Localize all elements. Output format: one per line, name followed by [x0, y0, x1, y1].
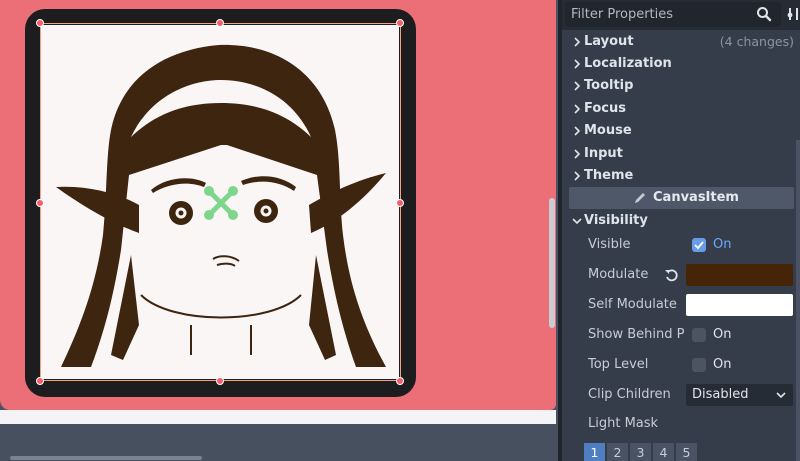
- show-behind-checkbox[interactable]: On: [686, 324, 793, 346]
- group-input[interactable]: Input: [562, 143, 800, 165]
- property-label: Top Level: [588, 357, 649, 372]
- resize-handle-bottom[interactable]: [216, 377, 224, 385]
- property-label: Visible: [588, 237, 631, 252]
- group-label: Focus: [584, 101, 626, 116]
- resize-handle-top[interactable]: [216, 19, 224, 27]
- checkbox-label: On: [713, 327, 732, 342]
- property-label: Self Modulate: [588, 297, 677, 312]
- property-light-mask: Light Mask: [562, 409, 800, 439]
- inspector-panel: Filter Properties Layout (4 changes) Loc…: [562, 0, 800, 461]
- resize-handle-top-right[interactable]: [396, 19, 404, 27]
- resize-handle-top-left[interactable]: [36, 19, 44, 27]
- inspector-scrollbar[interactable]: [796, 140, 800, 461]
- property-label: Show Behind P: [588, 327, 685, 342]
- property-label: Light Mask: [588, 416, 659, 431]
- group-theme[interactable]: Theme: [562, 165, 800, 187]
- tools-icon[interactable]: [786, 6, 800, 22]
- visible-checkbox[interactable]: On: [686, 234, 793, 256]
- resize-handle-bottom-left[interactable]: [36, 377, 44, 385]
- resize-handle-bottom-right[interactable]: [396, 377, 404, 385]
- chevron-right-icon: [574, 37, 581, 47]
- property-show-behind-parent: Show Behind P On: [562, 320, 800, 350]
- resize-handle-left[interactable]: [36, 199, 44, 207]
- revert-icon[interactable]: [664, 268, 678, 282]
- layer-button-1[interactable]: 1: [584, 443, 606, 461]
- property-self-modulate: Self Modulate: [562, 290, 800, 320]
- section-label: CanvasItem: [653, 190, 739, 205]
- section-canvasitem[interactable]: CanvasItem: [569, 187, 794, 209]
- group-focus[interactable]: Focus: [562, 98, 800, 120]
- group-tooltip[interactable]: Tooltip: [562, 75, 800, 97]
- group-label: Visibility: [584, 213, 648, 228]
- checkbox-label: On: [713, 357, 732, 372]
- property-visible: Visible On: [562, 230, 800, 260]
- select-value: Disabled: [692, 387, 749, 402]
- chevron-right-icon: [574, 59, 581, 69]
- resize-handle-right[interactable]: [396, 199, 404, 207]
- checkbox-label: On: [713, 237, 732, 252]
- group-label: Mouse: [584, 123, 632, 138]
- selection-rectangle: [40, 23, 401, 381]
- top-level-checkbox[interactable]: On: [686, 354, 793, 376]
- vertical-scrollbar[interactable]: [549, 198, 555, 328]
- property-label: Clip Children: [588, 387, 671, 402]
- canvas-bottom-strip: [0, 410, 556, 424]
- layer-button-5[interactable]: 5: [676, 443, 698, 461]
- group-mouse[interactable]: Mouse: [562, 120, 800, 142]
- self-modulate-color-picker[interactable]: [686, 294, 793, 316]
- canvas-viewport[interactable]: [0, 0, 558, 461]
- property-top-level: Top Level On: [562, 350, 800, 380]
- chevron-right-icon: [574, 149, 581, 159]
- chevron-down-icon: [776, 392, 786, 399]
- changes-count: (4 changes): [719, 34, 794, 49]
- checkbox-unchecked-icon: [692, 358, 706, 372]
- chevron-right-icon: [574, 126, 581, 136]
- group-label: Tooltip: [584, 78, 634, 93]
- group-label: Input: [584, 146, 623, 161]
- pencil-icon: [635, 193, 645, 203]
- chevron-right-icon: [574, 81, 581, 91]
- chevron-right-icon: [574, 171, 581, 181]
- group-localization[interactable]: Localization: [562, 53, 800, 75]
- group-visibility[interactable]: Visibility: [562, 210, 800, 232]
- filter-properties-input[interactable]: Filter Properties: [565, 2, 781, 27]
- checkbox-unchecked-icon: [692, 328, 706, 342]
- search-icon[interactable]: [756, 6, 772, 22]
- layer-button-2[interactable]: 2: [607, 443, 629, 461]
- property-modulate: Modulate: [562, 260, 800, 290]
- property-clip-children: Clip Children Disabled: [562, 380, 800, 410]
- layer-button-3[interactable]: 3: [630, 443, 652, 461]
- chevron-right-icon: [574, 104, 581, 114]
- group-label: Localization: [584, 56, 672, 71]
- chevron-down-icon: [572, 218, 582, 225]
- filter-row: Filter Properties: [562, 0, 800, 30]
- checkbox-checked-icon: [692, 238, 706, 252]
- group-label: Theme: [584, 168, 634, 183]
- group-label: Layout: [584, 34, 634, 49]
- layer-button-4[interactable]: 4: [653, 443, 675, 461]
- group-layout[interactable]: Layout (4 changes): [562, 31, 800, 53]
- clip-children-select[interactable]: Disabled: [686, 384, 793, 406]
- modulate-color-picker[interactable]: [686, 264, 793, 286]
- horizontal-scrollbar[interactable]: [10, 456, 202, 460]
